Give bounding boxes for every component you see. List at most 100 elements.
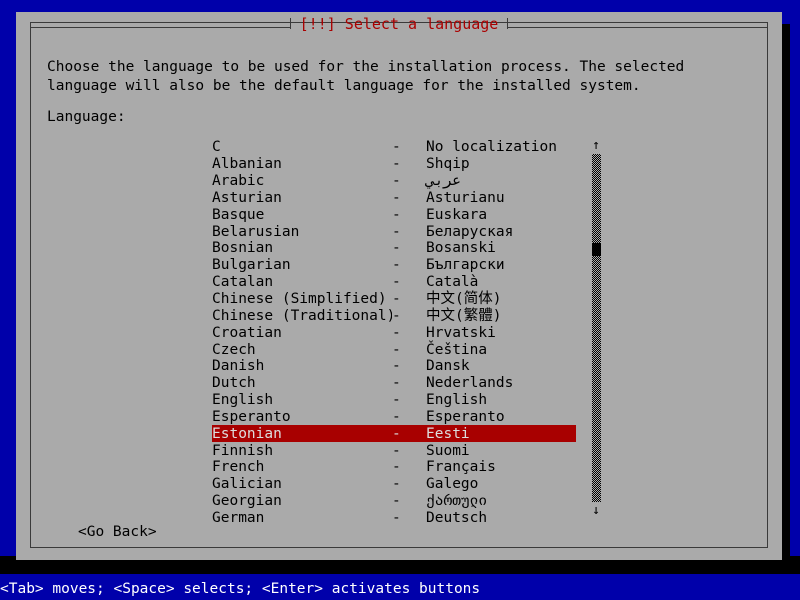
- titlebar-rule-right: [508, 18, 768, 28]
- language-name-native: Hrvatski: [426, 325, 576, 341]
- scrollbar-track[interactable]: [592, 154, 601, 502]
- language-list-item[interactable]: Bosnian-Bosanski: [212, 240, 576, 257]
- language-separator: -: [392, 291, 426, 307]
- language-list-item[interactable]: Finnish-Suomi: [212, 442, 576, 459]
- language-separator: -: [392, 173, 426, 189]
- language-name-native: Čeština: [426, 342, 576, 358]
- language-list[interactable]: C-No localizationAlbanian-ShqipArabic-عر…: [212, 139, 576, 517]
- language-separator: -: [392, 190, 426, 206]
- language-name-native: ქართული: [426, 493, 576, 509]
- language-separator: -: [392, 342, 426, 358]
- language-list-item[interactable]: Danish-Dansk: [212, 358, 576, 375]
- language-separator: -: [392, 510, 426, 526]
- go-back-button[interactable]: <Go Back>: [78, 524, 157, 540]
- language-name-native: Euskara: [426, 207, 576, 223]
- language-list-item[interactable]: Dutch-Nederlands: [212, 375, 576, 392]
- language-list-item[interactable]: C-No localization: [212, 139, 576, 156]
- language-separator: -: [392, 207, 426, 223]
- language-list-item[interactable]: German-Deutsch: [212, 510, 576, 527]
- language-name-english: Finnish: [212, 443, 392, 459]
- language-list-item[interactable]: Basque-Euskara: [212, 206, 576, 223]
- language-field-label: Language:: [47, 108, 126, 127]
- scroll-up-arrow-icon[interactable]: ↑: [589, 139, 603, 152]
- language-name-native: Dansk: [426, 358, 576, 374]
- language-list-item[interactable]: Estonian-Eesti: [212, 425, 576, 442]
- language-name-native: Български: [426, 257, 576, 273]
- language-name-english: Asturian: [212, 190, 392, 206]
- language-separator: -: [392, 274, 426, 290]
- language-name-native: Deutsch: [426, 510, 576, 526]
- language-list-item[interactable]: Albanian-Shqip: [212, 156, 576, 173]
- language-list-item[interactable]: Esperanto-Esperanto: [212, 409, 576, 426]
- language-separator: -: [392, 224, 426, 240]
- language-separator: -: [392, 443, 426, 459]
- language-name-native: عربي: [426, 173, 576, 189]
- language-name-english: Bulgarian: [212, 257, 392, 273]
- language-name-native: Беларуская: [426, 224, 576, 240]
- language-list-item[interactable]: Arabic-عربي: [212, 173, 576, 190]
- language-list-item[interactable]: Catalan-Català: [212, 274, 576, 291]
- language-list-item[interactable]: Belarusian-Беларуская: [212, 223, 576, 240]
- installer-screen: [!!] Select a language Choose the langua…: [0, 0, 800, 600]
- language-name-english: Basque: [212, 207, 392, 223]
- language-list-scrollbar[interactable]: ↑ ↓: [589, 139, 603, 517]
- language-separator: -: [392, 493, 426, 509]
- language-name-english: Belarusian: [212, 224, 392, 240]
- language-name-english: Esperanto: [212, 409, 392, 425]
- language-name-english: Galician: [212, 476, 392, 492]
- language-list-item[interactable]: Bulgarian-Български: [212, 257, 576, 274]
- language-name-english: English: [212, 392, 392, 408]
- language-name-native: Suomi: [426, 443, 576, 459]
- language-name-english: Catalan: [212, 274, 392, 290]
- language-name-native: Esperanto: [426, 409, 576, 425]
- language-name-english: Chinese (Simplified): [212, 291, 392, 307]
- language-name-native: Galego: [426, 476, 576, 492]
- language-name-native: 中文(繁體): [426, 308, 576, 324]
- language-name-english: Czech: [212, 342, 392, 358]
- language-list-item[interactable]: Chinese (Traditional)-中文(繁體): [212, 307, 576, 324]
- language-name-english: Albanian: [212, 156, 392, 172]
- language-name-english: Croatian: [212, 325, 392, 341]
- language-name-native: Français: [426, 459, 576, 475]
- language-list-item[interactable]: Croatian-Hrvatski: [212, 324, 576, 341]
- status-bar-hint: <Tab> moves; <Space> selects; <Enter> ac…: [0, 578, 800, 600]
- language-name-english: Arabic: [212, 173, 392, 189]
- language-separator: -: [392, 308, 426, 324]
- language-name-native: Català: [426, 274, 576, 290]
- scrollbar-thumb[interactable]: [592, 243, 601, 256]
- language-name-native: English: [426, 392, 576, 408]
- language-list-item[interactable]: Galician-Galego: [212, 476, 576, 493]
- select-language-dialog: [!!] Select a language Choose the langua…: [16, 12, 782, 560]
- language-name-native: Nederlands: [426, 375, 576, 391]
- language-separator: -: [392, 392, 426, 408]
- language-list-item[interactable]: English-English: [212, 392, 576, 409]
- dialog-titlebar: [!!] Select a language: [30, 12, 768, 34]
- dialog-description: Choose the language to be used for the i…: [47, 58, 747, 96]
- language-separator: -: [392, 257, 426, 273]
- language-name-native: Bosanski: [426, 240, 576, 256]
- language-separator: -: [392, 156, 426, 172]
- language-name-english: Danish: [212, 358, 392, 374]
- language-name-english: Chinese (Traditional): [212, 308, 392, 324]
- language-list-item[interactable]: French-Français: [212, 459, 576, 476]
- language-name-english: Bosnian: [212, 240, 392, 256]
- language-list-item[interactable]: Georgian-ქართული: [212, 493, 576, 510]
- language-name-english: Dutch: [212, 375, 392, 391]
- language-name-native: 中文(简体): [426, 291, 576, 307]
- language-separator: -: [392, 375, 426, 391]
- language-name-english: French: [212, 459, 392, 475]
- language-list-item[interactable]: Chinese (Simplified)-中文(简体): [212, 291, 576, 308]
- language-separator: -: [392, 459, 426, 475]
- language-separator: -: [392, 409, 426, 425]
- language-name-english: German: [212, 510, 392, 526]
- language-name-native: Asturianu: [426, 190, 576, 206]
- language-name-english: Estonian: [212, 426, 392, 442]
- language-separator: -: [392, 358, 426, 374]
- language-separator: -: [392, 240, 426, 256]
- dialog-title: [!!] Select a language: [291, 17, 508, 32]
- language-separator: -: [392, 139, 426, 155]
- scroll-down-arrow-icon[interactable]: ↓: [589, 504, 603, 517]
- language-list-item[interactable]: Asturian-Asturianu: [212, 190, 576, 207]
- titlebar-rule-left: [30, 18, 290, 28]
- language-list-item[interactable]: Czech-Čeština: [212, 341, 576, 358]
